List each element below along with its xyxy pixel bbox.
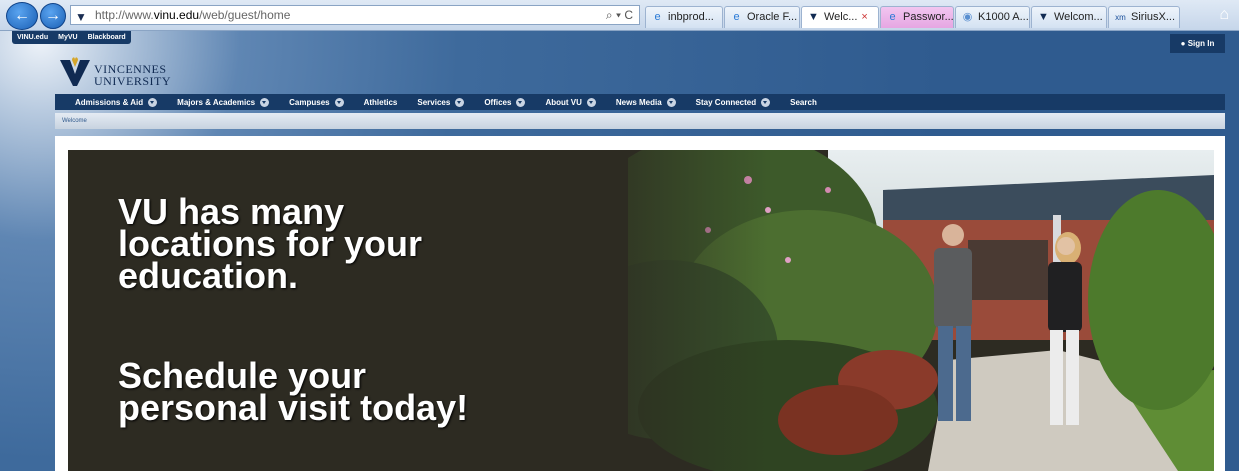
tab-oracle[interactable]: e Oracle F...: [724, 6, 800, 28]
close-tab-icon[interactable]: ×: [861, 11, 867, 23]
tab-password[interactable]: e Passwor...: [880, 6, 954, 28]
ie-icon: e: [733, 11, 740, 23]
hero-cta-line2: personal visit today!: [118, 387, 469, 428]
chevron-down-icon[interactable]: [761, 97, 771, 107]
vu-favicon-icon: ▼: [75, 10, 87, 24]
chevron-down-icon[interactable]: [260, 97, 270, 107]
sign-in-button[interactable]: ● Sign In: [1170, 34, 1225, 53]
tab-siriusxm[interactable]: xm SiriusX...: [1108, 6, 1180, 28]
siriusxm-icon: xm: [1115, 13, 1126, 22]
tab-inbprod[interactable]: e inbprod...: [645, 6, 723, 28]
nav-services[interactable]: Services: [417, 97, 465, 107]
kace-icon: ◉: [962, 11, 973, 23]
nav-majors-academics[interactable]: Majors & Academics: [177, 97, 270, 107]
utility-links-bar: VINU.edu MyVU Blackboard: [12, 31, 131, 44]
hero-banner[interactable]: VU has many locations for your education…: [68, 150, 1214, 471]
home-icon[interactable]: ⌂: [1219, 6, 1229, 24]
link-myvu[interactable]: MyVU: [53, 31, 82, 44]
nav-search[interactable]: Search: [790, 98, 817, 107]
chevron-down-icon[interactable]: [148, 97, 158, 107]
back-button[interactable]: ←: [6, 2, 38, 30]
nav-stay-connected[interactable]: Stay Connected: [696, 97, 771, 107]
nav-athletics[interactable]: Athletics: [364, 98, 398, 107]
nav-offices[interactable]: Offices: [484, 97, 526, 107]
nav-campuses[interactable]: Campuses: [289, 97, 344, 107]
breadcrumb: Welcome: [55, 113, 1225, 129]
chevron-down-icon[interactable]: [334, 97, 344, 107]
browser-toolbar: ← → ▼ http://www.vinu.edu/web/guest/home…: [0, 0, 1239, 31]
vu-icon: ▼: [1038, 11, 1049, 23]
nav-news-media[interactable]: News Media: [616, 97, 676, 107]
search-refresh-icon[interactable]: ⌕ ▾ C: [606, 6, 633, 24]
chevron-down-icon[interactable]: [666, 97, 676, 107]
nav-admissions-aid[interactable]: Admissions & Aid: [75, 97, 158, 107]
ie-icon: e: [654, 11, 661, 23]
back-arrow-icon: ←: [14, 7, 30, 24]
address-url[interactable]: http://www.vinu.edu/web/guest/home: [95, 6, 290, 24]
breadcrumb-welcome[interactable]: Welcome: [62, 118, 87, 124]
ie-icon: e: [889, 11, 896, 23]
vu-v-logo-icon: [60, 57, 90, 86]
tab-welcome-active[interactable]: ▼ Welc... ×: [801, 6, 879, 28]
tab-k1000[interactable]: ◉ K1000 A...: [955, 6, 1030, 28]
chevron-down-icon[interactable]: [586, 97, 596, 107]
hero-headline-line3: education.: [118, 255, 299, 296]
forward-arrow-icon: →: [45, 7, 61, 24]
chevron-down-icon[interactable]: [455, 97, 465, 107]
link-vinu-edu[interactable]: VINU.edu: [12, 31, 53, 44]
tab-welcome-2[interactable]: ▼ Welcom...: [1031, 6, 1107, 28]
forward-button[interactable]: →: [40, 3, 66, 29]
nav-about-vu[interactable]: About VU: [545, 97, 596, 107]
user-icon: ●: [1180, 39, 1186, 48]
main-navigation: Admissions & Aid Majors & Academics Camp…: [55, 94, 1225, 110]
vu-icon: ▼: [808, 11, 819, 23]
address-bar[interactable]: ▼ http://www.vinu.edu/web/guest/home ⌕ ▾…: [70, 5, 640, 25]
link-blackboard[interactable]: Blackboard: [83, 31, 131, 44]
logo-text-university: UNIVERSITY: [94, 74, 171, 88]
chevron-down-icon[interactable]: [516, 97, 526, 107]
